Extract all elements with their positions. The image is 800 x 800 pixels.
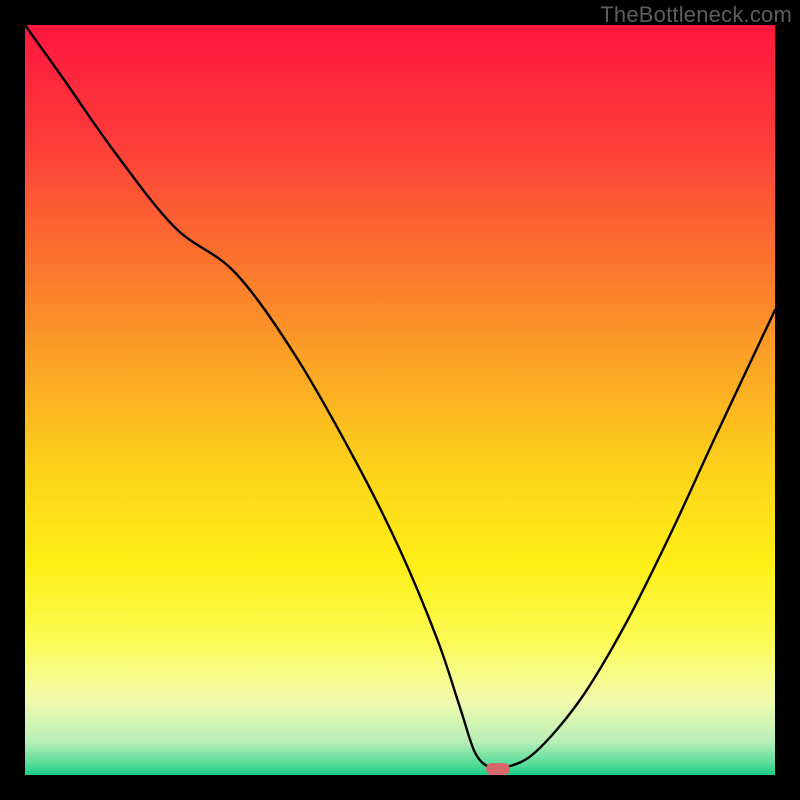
optimal-point-marker (486, 763, 510, 775)
plot-area (25, 25, 775, 775)
bottleneck-curve (25, 25, 775, 775)
chart-container: TheBottleneck.com (0, 0, 800, 800)
